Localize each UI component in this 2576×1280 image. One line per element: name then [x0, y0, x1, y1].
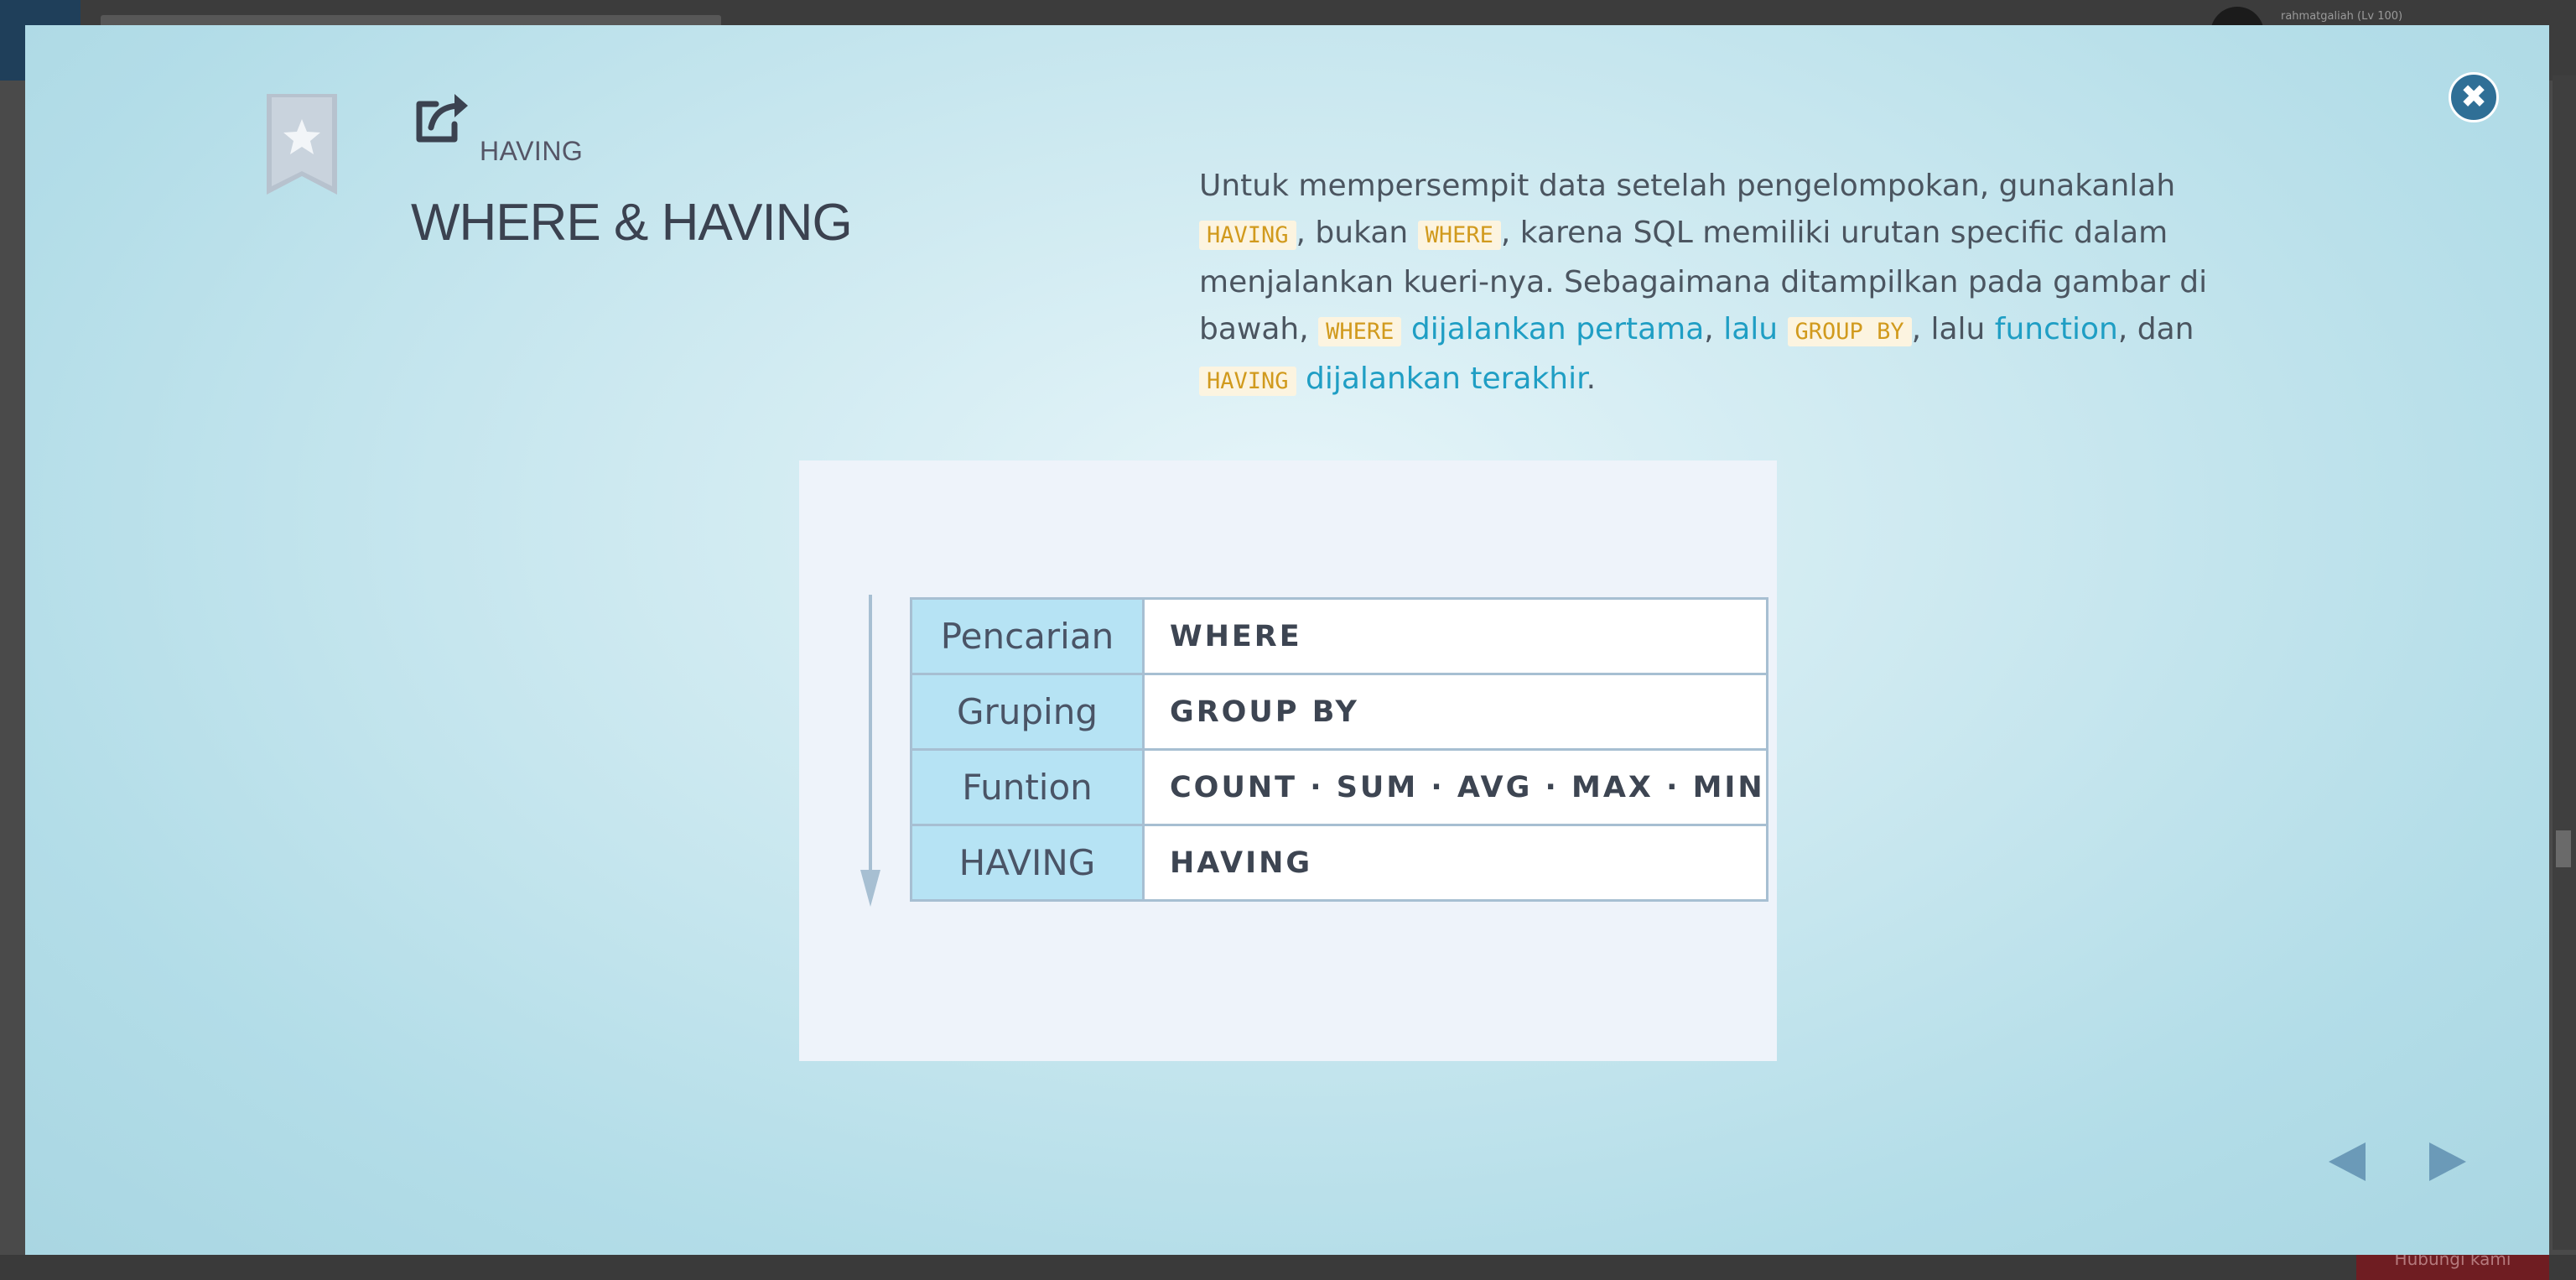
desc-text: Untuk mempersempit data setelah pengelom…	[1199, 169, 2176, 203]
step-clause: GROUP BY	[1142, 673, 1768, 751]
desc-text: , bukan	[1296, 216, 1418, 250]
step-label: Pencarian	[910, 597, 1145, 675]
code-where: WHERE	[1318, 317, 1402, 346]
close-icon: ✖	[2460, 78, 2487, 115]
step-clause: COUNT · SUM · AVG · MAX · MIN	[1142, 748, 1768, 826]
triangle-right-icon	[2429, 1142, 2466, 1181]
desc-text: , lalu	[1911, 312, 1995, 346]
table-row: HAVING HAVING	[910, 824, 1768, 902]
step-label: HAVING	[910, 824, 1145, 902]
app-bottombar	[0, 1255, 2576, 1280]
step-clause: HAVING	[1142, 824, 1768, 902]
table-row: Funtion COUNT · SUM · AVG · MAX · MIN	[910, 748, 1768, 826]
step-clause: WHERE	[1142, 597, 1768, 675]
next-button[interactable]	[2428, 1141, 2468, 1183]
page-title: WHERE & HAVING	[411, 194, 853, 252]
highlight-text: function	[1994, 312, 2118, 346]
highlight-text: lalu	[1723, 312, 1779, 346]
code-having: HAVING	[1199, 367, 1296, 396]
bookmark-star-icon[interactable]	[267, 94, 337, 195]
table-row: Pencarian WHERE	[910, 597, 1768, 675]
external-link-icon[interactable]	[411, 91, 471, 146]
code-where: WHERE	[1417, 221, 1501, 250]
desc-text: , dan	[2117, 312, 2194, 346]
highlight-text: dijalankan terakhir	[1306, 362, 1587, 396]
lesson-kicker: HAVING	[480, 136, 584, 166]
close-button[interactable]: ✖	[2449, 72, 2499, 122]
page-scrollbar[interactable]	[2553, 75, 2576, 1250]
step-label: Gruping	[910, 673, 1145, 751]
highlight-text: dijalankan pertama	[1410, 312, 1705, 346]
lesson-description: Untuk mempersempit data setelah pengelom…	[1199, 163, 2256, 405]
table-row: Gruping GROUP BY	[910, 673, 1768, 751]
username-label: rahmatgaliah (Lv 100)	[2281, 10, 2403, 23]
desc-text: .	[1586, 362, 1597, 396]
previous-button[interactable]	[2327, 1141, 2367, 1183]
code-group-by: GROUP BY	[1787, 317, 1912, 346]
triangle-left-icon	[2329, 1142, 2366, 1181]
order-arrow-icon	[860, 595, 880, 907]
query-order-diagram: Pencarian WHERE Gruping GROUP BY Funtion…	[799, 460, 1777, 1061]
step-label: Funtion	[910, 748, 1145, 826]
scrollbar-thumb[interactable]	[2556, 830, 2571, 867]
query-order-table: Pencarian WHERE Gruping GROUP BY Funtion…	[910, 597, 1768, 902]
lesson-modal: ✖ HAVING WHERE & HAVING Untuk mempersemp…	[25, 25, 2549, 1255]
desc-text: ,	[1704, 312, 1724, 346]
code-having: HAVING	[1199, 221, 1296, 250]
